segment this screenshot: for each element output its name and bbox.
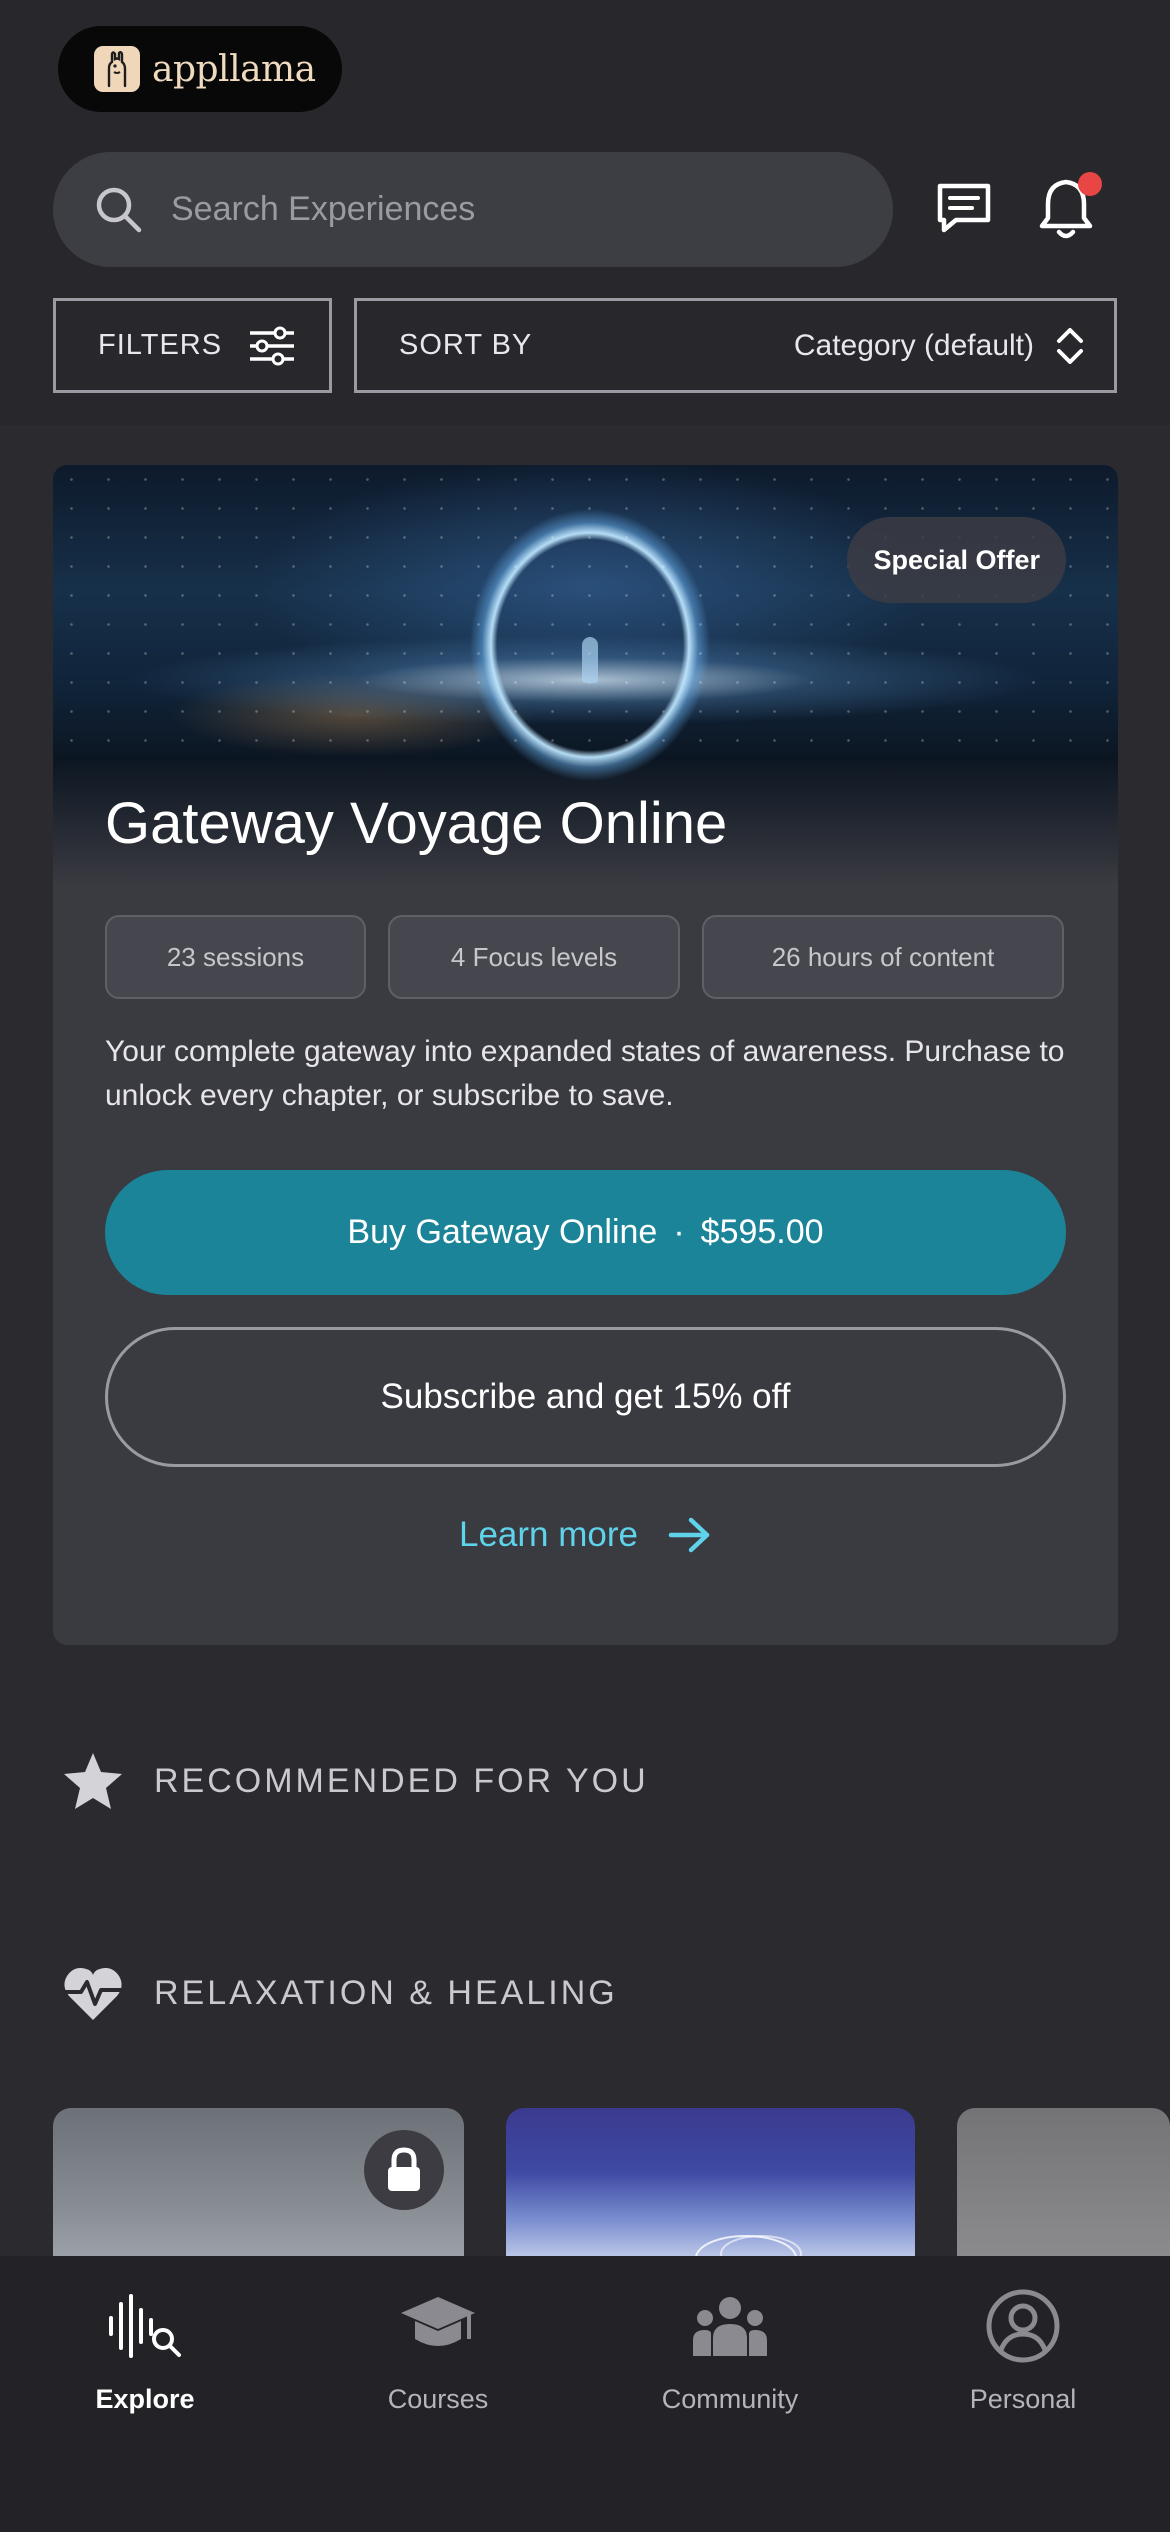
app-name: appllama [152,48,316,90]
notification-badge [1078,172,1102,196]
buy-label: Buy Gateway Online [347,1213,658,1251]
llama-icon [94,46,140,92]
buy-button[interactable]: Buy Gateway Online · $595.00 [105,1170,1066,1295]
silhouette-figure [582,637,598,683]
search-icon [96,187,142,232]
tag-sessions: 23 sessions [105,915,366,999]
learn-more-label: Learn more [459,1515,638,1554]
featured-card[interactable]: Special Offer Gateway Voyage Online 23 s… [53,465,1118,1645]
sliders-icon [250,326,295,365]
tab-label: Explore [95,2384,195,2414]
tab-label: Courses [387,2384,489,2414]
user-circle-icon [978,2286,1068,2366]
filters-label: FILTERS [98,329,223,361]
filters-button[interactable]: FILTERS [53,298,332,393]
tag-hours: 26 hours of content [702,915,1064,999]
experience-card[interactable] [957,2108,1170,2268]
heart-pulse-icon [60,1960,126,2026]
app-logo[interactable]: appllama [58,26,342,112]
chevron-up-down-icon [1057,327,1083,364]
community-people-icon [685,2286,775,2366]
tab-personal[interactable]: Personal [903,2286,1143,2415]
tag-focus-levels: 4 Focus levels [388,915,680,999]
buy-separator: · [673,1213,685,1251]
graduation-cap-icon [393,2286,483,2366]
star-icon [60,1748,126,1814]
tab-explore[interactable]: Explore [25,2286,265,2415]
bottom-tab-bar: Explore Courses Community Personal [0,2256,1170,2532]
sort-dropdown[interactable]: SORT BY Category (default) [354,298,1117,393]
sort-label: SORT BY [399,329,533,361]
sort-value: Category (default) [793,328,1034,362]
search-bar[interactable] [53,152,893,267]
special-offer-badge: Special Offer [847,517,1066,603]
section-recommended: RECOMMENDED FOR YOU [60,1748,649,1814]
experience-card[interactable] [53,2108,464,2268]
tab-courses[interactable]: Courses [318,2286,558,2415]
tab-community[interactable]: Community [610,2286,850,2415]
notifications-button[interactable] [1030,172,1102,244]
explore-waveform-icon [100,2286,190,2366]
messages-button[interactable] [928,172,1000,244]
starfield [53,465,1118,765]
section-title: RELAXATION & HEALING [154,1973,618,2012]
buy-price: $595.00 [700,1213,824,1251]
featured-description: Your complete gateway into expanded stat… [105,1035,1065,1112]
experience-card[interactable] [506,2108,915,2268]
learn-more-link[interactable]: Learn more [53,1515,1118,1555]
arrow-right-icon [668,1517,710,1553]
featured-title: Gateway Voyage Online [105,791,728,856]
tab-label: Personal [969,2384,1077,2414]
section-relaxation: RELAXATION & HEALING [60,1960,618,2026]
lock-icon [364,2130,444,2210]
header: appllama FILTERS [0,0,1170,425]
section-title: RECOMMENDED FOR YOU [154,1761,649,1800]
chat-icon [937,183,991,233]
search-input[interactable] [171,190,811,229]
subscribe-button[interactable]: Subscribe and get 15% off [105,1327,1066,1467]
featured-tags: 23 sessions 4 Focus levels 26 hours of c… [105,915,1064,999]
tab-label: Community [661,2384,799,2414]
